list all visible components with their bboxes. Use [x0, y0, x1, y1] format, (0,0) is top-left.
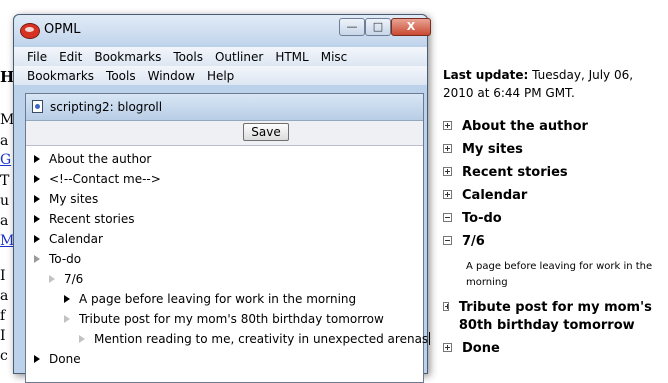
- maximize-button[interactable]: □: [365, 18, 391, 36]
- background-text-fragment: c: [0, 348, 8, 364]
- expanded-triangle-icon[interactable]: [49, 275, 55, 283]
- document-titlebar[interactable]: scripting2: blogroll: [26, 94, 423, 121]
- window-titlebar[interactable]: OPML — □ X: [14, 15, 431, 45]
- outline-row-text[interactable]: Mention reading to me, creativity in une…: [94, 332, 428, 346]
- menu-file[interactable]: File: [14, 47, 53, 64]
- menu-bookmarks[interactable]: Bookmarks: [88, 47, 167, 64]
- outline-row[interactable]: To-do: [34, 249, 81, 269]
- right-outline-description: A page before leaving for work in the mo…: [466, 261, 653, 288]
- opml-app-window: OPML — □ X File Edit Bookmarks Tools Outline…: [13, 14, 431, 383]
- right-outline-item[interactable]: About the author: [443, 118, 588, 136]
- outline-row-text[interactable]: <!--Contact me-->: [49, 172, 161, 186]
- expand-triangle-icon[interactable]: [34, 195, 40, 203]
- outline-row-text[interactable]: A page before leaving for work in the mo…: [79, 292, 356, 306]
- expanded-triangle-icon[interactable]: [64, 315, 70, 323]
- background-text-fragment: T: [0, 173, 10, 189]
- collapse-minus-icon[interactable]: [443, 236, 452, 245]
- document-icon: [32, 100, 43, 113]
- background-link-fragment[interactable]: G: [0, 152, 11, 168]
- right-outline-item[interactable]: To-do: [443, 210, 502, 228]
- outline-row[interactable]: 7/6: [49, 269, 83, 289]
- outline-row-text[interactable]: 7/6: [64, 272, 83, 286]
- menu-bookmarks-2[interactable]: Bookmarks: [14, 66, 100, 83]
- outline-row-text[interactable]: About the author: [49, 152, 151, 166]
- menu-window[interactable]: Window: [142, 66, 201, 83]
- outline-row-text[interactable]: Calendar: [49, 232, 103, 246]
- outline-row[interactable]: Recent stories: [34, 209, 135, 229]
- menu-tools-2[interactable]: Tools: [100, 66, 142, 83]
- expand-triangle-icon[interactable]: [34, 175, 40, 183]
- outline-editor[interactable]: About the author <!--Contact me--> My si…: [26, 147, 431, 382]
- outline-row[interactable]: Tribute post for my mom's 80th birthday …: [64, 309, 384, 329]
- background-text-fragment: a: [0, 133, 9, 149]
- outline-row[interactable]: <!--Contact me-->: [34, 169, 161, 189]
- opml-app-icon: [20, 23, 40, 39]
- expand-plus-icon[interactable]: [443, 167, 452, 176]
- expand-triangle-icon[interactable]: [34, 155, 40, 163]
- expand-plus-icon[interactable]: [443, 190, 452, 199]
- expand-triangle-icon[interactable]: [34, 235, 40, 243]
- right-outline-item[interactable]: 7/6: [443, 233, 485, 251]
- last-update-label: Last update:: [443, 68, 529, 82]
- background-text-fragment: f: [0, 308, 6, 324]
- window-title: OPML: [44, 22, 81, 37]
- background-text-fragment: I: [0, 268, 6, 284]
- expand-plus-icon[interactable]: [443, 343, 452, 352]
- outline-row[interactable]: Calendar: [34, 229, 103, 249]
- outline-row[interactable]: My sites: [34, 189, 98, 209]
- outline-row-text[interactable]: My sites: [49, 192, 98, 206]
- menu-bar-secondary: Bookmarks Tools Window Help: [14, 66, 427, 85]
- right-outline-item[interactable]: Done: [443, 340, 500, 358]
- right-outline-label[interactable]: To-do: [462, 210, 502, 228]
- outline-row[interactable]: A page before leaving for work in the mo…: [64, 289, 356, 309]
- save-button[interactable]: Save: [243, 123, 289, 141]
- background-text-fragment: a: [0, 288, 9, 304]
- menu-tools[interactable]: Tools: [167, 47, 209, 64]
- right-outline-label[interactable]: My sites: [462, 141, 523, 159]
- right-outline-label[interactable]: 7/6: [462, 233, 485, 251]
- document-toolbar: Save: [26, 121, 423, 146]
- text-cursor: [429, 332, 431, 345]
- expanded-triangle-icon[interactable]: [34, 255, 40, 263]
- menu-help[interactable]: Help: [201, 66, 240, 83]
- expand-plus-icon[interactable]: [443, 121, 452, 130]
- menu-html[interactable]: HTML: [269, 47, 314, 64]
- last-update-text: Last update: Tuesday, July 06, 2010 at 6…: [443, 66, 665, 102]
- expand-triangle-icon[interactable]: [34, 215, 40, 223]
- right-outline-label[interactable]: Calendar: [462, 187, 527, 205]
- outline-row-text[interactable]: Tribute post for my mom's 80th birthday …: [79, 312, 384, 326]
- menu-misc[interactable]: Misc: [315, 47, 354, 64]
- right-outline-label[interactable]: Tribute post for my mom's 80th birthday …: [459, 299, 665, 335]
- right-outline-label[interactable]: Recent stories: [462, 164, 568, 182]
- background-text-fragment: u: [0, 193, 10, 209]
- expanded-triangle-icon[interactable]: [79, 335, 85, 343]
- right-outline-label[interactable]: Done: [462, 340, 500, 358]
- outline-row-text[interactable]: Done: [49, 352, 81, 366]
- close-button[interactable]: X: [391, 18, 431, 36]
- outline-row-text[interactable]: To-do: [49, 252, 81, 266]
- menu-edit[interactable]: Edit: [53, 47, 88, 64]
- document-title: scripting2: blogroll: [50, 100, 163, 114]
- outline-document-window: scripting2: blogroll Save About the auth…: [25, 93, 431, 383]
- menu-bar-primary: File Edit Bookmarks Tools Outliner HTML Misc: [14, 47, 427, 66]
- expand-plus-icon[interactable]: [443, 302, 449, 311]
- minimize-button[interactable]: —: [339, 18, 365, 36]
- background-text-fragment: a: [0, 213, 9, 229]
- collapse-minus-icon[interactable]: [443, 213, 452, 222]
- expand-plus-icon[interactable]: [443, 144, 452, 153]
- outline-row-text[interactable]: Recent stories: [49, 212, 135, 226]
- menu-outliner[interactable]: Outliner: [209, 47, 269, 64]
- background-text-fragment: I: [0, 328, 6, 344]
- outline-row[interactable]: Mention reading to me, creativity in une…: [79, 329, 431, 349]
- right-outline-item[interactable]: Recent stories: [443, 164, 568, 182]
- expand-triangle-icon[interactable]: [64, 295, 70, 303]
- right-outline-item[interactable]: Calendar: [443, 187, 527, 205]
- outline-row[interactable]: About the author: [34, 149, 151, 169]
- right-outline-label[interactable]: About the author: [462, 118, 588, 136]
- expand-triangle-icon[interactable]: [34, 355, 40, 363]
- right-outline-item[interactable]: My sites: [443, 141, 523, 159]
- right-outline-item[interactable]: Tribute post for my mom's 80th birthday …: [443, 299, 665, 335]
- outline-row[interactable]: Done: [34, 349, 81, 369]
